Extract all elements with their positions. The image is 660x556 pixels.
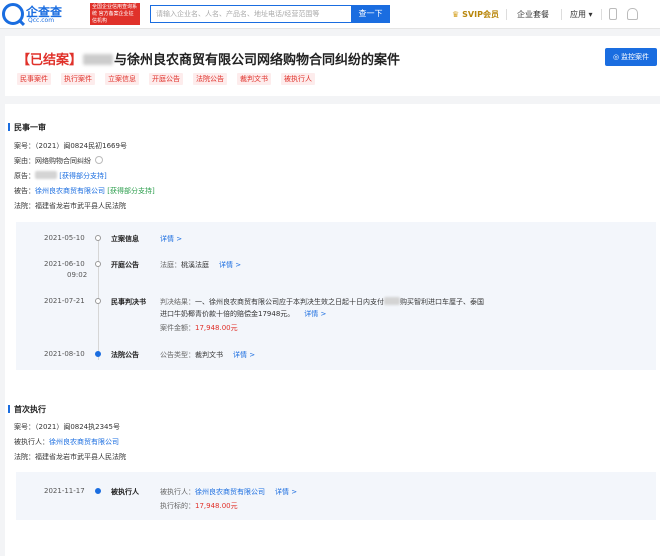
civil-case-no: 案号：（2021）闽0824民初1669号 [14, 142, 127, 150]
tag-executee[interactable]: 被执行人 [281, 73, 315, 85]
case-status: 【已结案】 [17, 53, 83, 68]
official-badge: 全国企业信用查询系统 官方备案企业征信机构 [90, 3, 140, 25]
case-amount: 案件金额：17,948.00元 [160, 324, 238, 332]
detail-link[interactable]: 详情 > [304, 310, 326, 318]
search-button[interactable]: 查一下 [351, 5, 390, 23]
timeline-type: 开庭公告 [111, 261, 139, 269]
exec-case-no: 案号：（2021）闽0824执2345号 [14, 423, 120, 431]
timeline-date: 2021-11-17 [44, 487, 85, 495]
search-input[interactable] [150, 5, 351, 23]
defendant-link[interactable]: 徐州良农商贸有限公司 [35, 187, 105, 195]
exec-executee: 被执行人：徐州良农商贸有限公司 [14, 438, 119, 446]
timeline-dot-active [95, 488, 101, 494]
monitor-icon: ◎ [612, 53, 620, 61]
case-header: 【已结案】 与徐州良农商贸有限公司网络购物合同纠纷的案件 ◎ 监控案件 民事案件 执… [5, 36, 660, 96]
nav-divider [506, 9, 507, 20]
tag-exec-case[interactable]: 执行案件 [61, 73, 95, 85]
nav-apps-menu[interactable]: 应用 ▾ [570, 9, 593, 20]
timeline-dot [95, 235, 101, 241]
timeline-content: 被执行人：徐州良农商贸有限公司 详情 > [160, 488, 298, 496]
help-icon[interactable] [95, 156, 103, 164]
judgment-line-2: 进口牛奶椰青价款十倍的赔偿金17948元。 详情 > [160, 310, 327, 318]
timeline-date: 2021-05-10 [44, 234, 85, 242]
timeline-date: 2021-08-10 [44, 350, 85, 358]
judgment-line-1: 判决结果：一、徐州良农商贸有限公司应于本判决生效之日起十日内支付 购买智利进口车厘… [160, 297, 484, 306]
case-title-text: 与徐州良农商贸有限公司网络购物合同纠纷的案件 [114, 53, 401, 68]
timeline-content: 详情 > [152, 234, 182, 244]
timeline-type: 法院公告 [111, 351, 139, 359]
detail-link[interactable]: 详情 > [160, 235, 182, 243]
timeline-dot [95, 261, 101, 267]
case-title: 【已结案】 与徐州良农商贸有限公司网络购物合同纠纷的案件 [17, 49, 400, 68]
nav-divider [561, 9, 562, 20]
qcc-logo[interactable]: 企查查 Qcc.com [2, 3, 88, 25]
detail-link[interactable]: 详情 > [275, 488, 297, 496]
timeline-content: 公告类型：裁判文书 详情 > [160, 351, 256, 359]
nav-enterprise-package[interactable]: 企业套餐 [517, 9, 549, 20]
tag-judgment-doc[interactable]: 裁判文书 [237, 73, 271, 85]
bell-icon[interactable] [627, 8, 638, 20]
section-title-exec: 首次执行 [8, 405, 46, 414]
timeline-dot-active [95, 351, 101, 357]
timeline-type: 立案信息 [111, 235, 139, 243]
detail-link[interactable]: 详情 > [219, 261, 241, 269]
exec-timeline: 2021-11-17 被执行人 被执行人：徐州良农商贸有限公司 详情 > 执行标的… [16, 472, 656, 520]
exec-court: 法院：福建省龙岩市武平县人民法院 [14, 453, 126, 461]
redacted-name [83, 54, 114, 65]
mobile-app-icon[interactable] [609, 8, 617, 20]
section-title-civil: 民事一审 [8, 123, 46, 132]
timeline-type: 民事判决书 [111, 298, 146, 306]
tag-hearing-notice[interactable]: 开庭公告 [149, 73, 183, 85]
timeline-type: 被执行人 [111, 488, 139, 496]
civil-defendant: 被告：徐州良农商贸有限公司 [获得部分支持] [14, 187, 155, 195]
timeline-dot [95, 298, 101, 304]
case-detail: 民事一审 案号：（2021）闽0824民初1669号 案由：网络购物合同纠纷 原… [5, 104, 660, 556]
redacted-plaintiff [384, 297, 400, 305]
logo-domain: Qcc.com [28, 17, 55, 24]
timeline-date: 2021-06-10 [44, 260, 85, 268]
timeline-date: 2021-07-21 [44, 297, 85, 305]
tag-court-notice[interactable]: 法院公告 [193, 73, 227, 85]
civil-cause: 案由：网络购物合同纠纷 [14, 156, 103, 166]
magnifier-logo-icon [2, 3, 24, 25]
civil-timeline: 2021-05-10 立案信息 详情 > 2021-06-10 09:02 开庭… [16, 222, 656, 370]
redacted-plaintiff [35, 171, 57, 179]
svip-link[interactable]: ♛ SVIP会员 [452, 9, 499, 20]
detail-link[interactable]: 详情 > [233, 351, 255, 359]
executee-link[interactable]: 徐州良农商贸有限公司 [195, 488, 265, 496]
tag-civil-case[interactable]: 民事案件 [17, 73, 51, 85]
tag-filing-info[interactable]: 立案信息 [105, 73, 139, 85]
timeline-time: 09:02 [67, 271, 88, 279]
monitor-case-button[interactable]: ◎ 监控案件 [605, 48, 657, 66]
timeline-content: 法庭：桃溪法庭 详情 > [160, 261, 242, 269]
crown-icon: ♛ [452, 10, 460, 19]
exec-target: 执行标的：17,948.00元 [160, 502, 238, 510]
executee-link[interactable]: 徐州良农商贸有限公司 [49, 438, 119, 446]
civil-plaintiff: 原告： [获得部分支持] [14, 171, 107, 180]
top-bar: 企查查 Qcc.com 全国企业信用查询系统 官方备案企业征信机构 查一下 ♛S… [0, 0, 660, 29]
nav-divider [601, 9, 602, 20]
civil-court: 法院：福建省龙岩市武平县人民法院 [14, 202, 126, 210]
